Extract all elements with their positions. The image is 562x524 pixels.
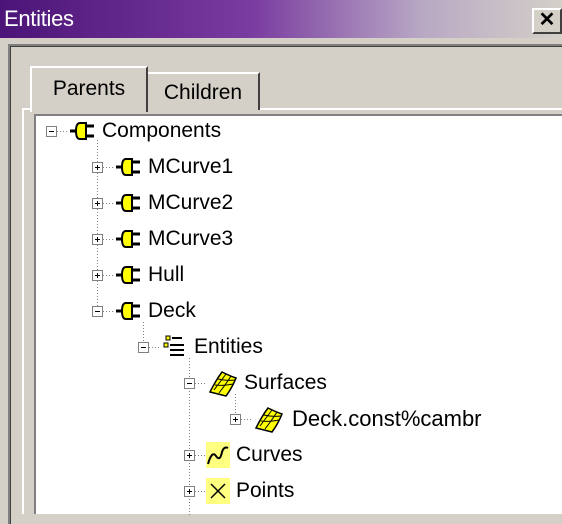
expand-toggle[interactable] [92, 162, 103, 173]
surface-icon [208, 371, 237, 397]
close-button[interactable]: ✕ [532, 8, 562, 34]
tree-node-label: Curves [236, 443, 303, 466]
tree-node-deck-const-cambr[interactable]: Deck.const%cambr [36, 404, 562, 434]
tree-node-curves[interactable]: Curves [36, 440, 562, 470]
entity-list-icon [163, 335, 184, 356]
tree-node-label: MCurve3 [148, 227, 234, 250]
expand-toggle[interactable] [92, 234, 103, 245]
component-plug-icon [116, 302, 140, 320]
tab-parents[interactable]: Parents [30, 66, 148, 112]
expand-toggle[interactable] [92, 198, 103, 209]
tree-node-label: Deck [148, 299, 196, 322]
surface-icon [254, 407, 283, 433]
expand-toggle[interactable] [92, 270, 103, 281]
component-plug-icon [116, 158, 140, 176]
tree-node-label: MCurve2 [148, 191, 234, 214]
points-x-icon [206, 478, 230, 504]
collapse-toggle[interactable] [184, 378, 195, 389]
window-title: Entities [4, 6, 74, 31]
tree-node-label: Deck.const%cambr [292, 406, 482, 431]
tree-node-mcurve1[interactable]: MCurve1 [36, 152, 562, 182]
title-bar[interactable]: Entities ✕ [0, 0, 562, 38]
tab-children-label: Children [163, 81, 243, 104]
component-plug-icon [116, 230, 140, 248]
tree-node-mcurve3[interactable]: MCurve3 [36, 224, 562, 254]
component-plug-icon [116, 266, 140, 284]
tree-node-hull[interactable]: Hull [36, 260, 562, 290]
tree-node-points[interactable]: Points [36, 476, 562, 506]
expand-toggle[interactable] [184, 450, 195, 461]
tree-node-label: Surfaces [244, 371, 327, 394]
expand-toggle[interactable] [184, 486, 195, 497]
component-plug-icon [70, 122, 94, 140]
tree-node-label: Components [102, 119, 222, 142]
collapse-toggle[interactable] [46, 126, 57, 137]
tree-node-components[interactable]: Components [36, 116, 562, 146]
tree-node-surfaces[interactable]: Surfaces [36, 368, 562, 398]
collapse-toggle[interactable] [138, 342, 149, 353]
expand-toggle[interactable] [230, 414, 241, 425]
tab-parents-label: Parents [52, 77, 126, 100]
tree-node-label: Hull [148, 263, 185, 286]
curve-icon [206, 442, 230, 468]
close-icon: ✕ [538, 9, 556, 31]
tree-node-label: MCurve1 [148, 155, 234, 178]
tab-children[interactable]: Children [148, 72, 260, 110]
component-plug-icon [116, 194, 140, 212]
entity-tree[interactable]: Components MCurve1 MCurve2 MCurve3 Hull … [34, 114, 562, 516]
collapse-toggle[interactable] [92, 306, 103, 317]
tree-node-mcurve2[interactable]: MCurve2 [36, 188, 562, 218]
tree-node-entities[interactable]: Entities [36, 332, 562, 362]
tree-node-label: Points [236, 479, 295, 502]
tree-node-deck[interactable]: Deck [36, 296, 562, 326]
tree-node-label: Entities [194, 335, 263, 358]
